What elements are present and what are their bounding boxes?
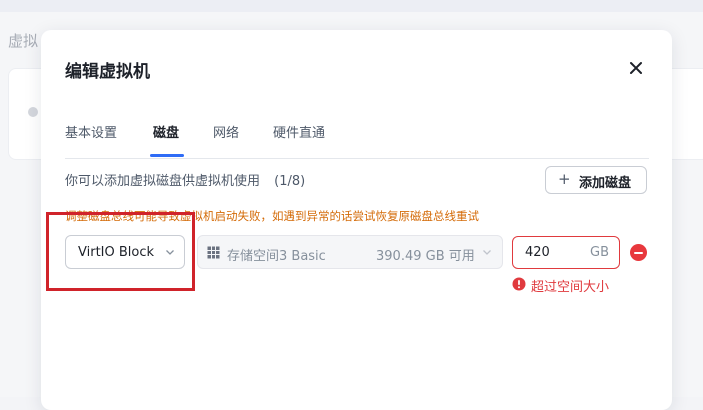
disk-bus-value: VirtIO Block — [78, 245, 155, 260]
disk-size-value: 420 — [525, 245, 550, 260]
edit-vm-dialog: 编辑虚拟机 基本设置 磁盘 网络 硬件直通 你可以添加虚拟磁盘供虚拟机使用 (1… — [41, 30, 672, 410]
storage-space-name: 存储空间3 Basic — [227, 249, 326, 264]
remove-disk-button[interactable] — [630, 244, 647, 261]
dialog-title: 编辑虚拟机 — [65, 62, 150, 82]
tab-basic-settings[interactable]: 基本设置 — [65, 122, 117, 141]
plus-icon: + — [558, 170, 571, 188]
disk-bus-select[interactable]: VirtIO Block — [65, 235, 185, 269]
storage-available: 390.49 GB 可用 — [376, 249, 475, 264]
disk-size-input[interactable]: 420 GB — [512, 236, 620, 269]
tab-network[interactable]: 网络 — [213, 122, 239, 141]
background-topbar — [0, 0, 703, 12]
background-page-title: 虚拟 — [8, 32, 39, 50]
chevron-down-icon — [483, 250, 491, 255]
status-dot — [28, 107, 38, 117]
tab-hardware-passthrough[interactable]: 硬件直通 — [273, 122, 325, 141]
chevron-down-icon — [166, 250, 174, 255]
disk-info-text: 你可以添加虚拟磁盘供虚拟机使用 (1/8) — [65, 170, 305, 189]
storage-space-select[interactable]: 存储空间3 Basic 390.49 GB 可用 — [197, 235, 503, 269]
add-disk-button[interactable]: + 添加磁盘 — [545, 166, 647, 194]
active-tab-indicator — [150, 154, 184, 157]
bus-warning-text: 调整磁盘总线可能导致虚拟机启动失败，如遇到异常的话尝试恢复原磁盘总线重试 — [65, 209, 479, 223]
disk-size-unit: GB — [590, 245, 609, 260]
close-button[interactable] — [626, 58, 646, 78]
add-disk-label: 添加磁盘 — [579, 176, 632, 191]
close-icon — [630, 62, 642, 74]
disk-count: (1/8) — [274, 174, 306, 189]
tab-disk[interactable]: 磁盘 — [153, 122, 179, 141]
storage-pool-icon — [207, 246, 220, 259]
size-error-text: 超过空间大小 — [531, 280, 610, 295]
error-icon — [512, 277, 526, 291]
minus-icon — [634, 251, 643, 254]
tab-bar: 基本设置 磁盘 网络 硬件直通 — [65, 122, 649, 159]
disk-info-label: 你可以添加虚拟磁盘供虚拟机使用 — [65, 174, 261, 189]
